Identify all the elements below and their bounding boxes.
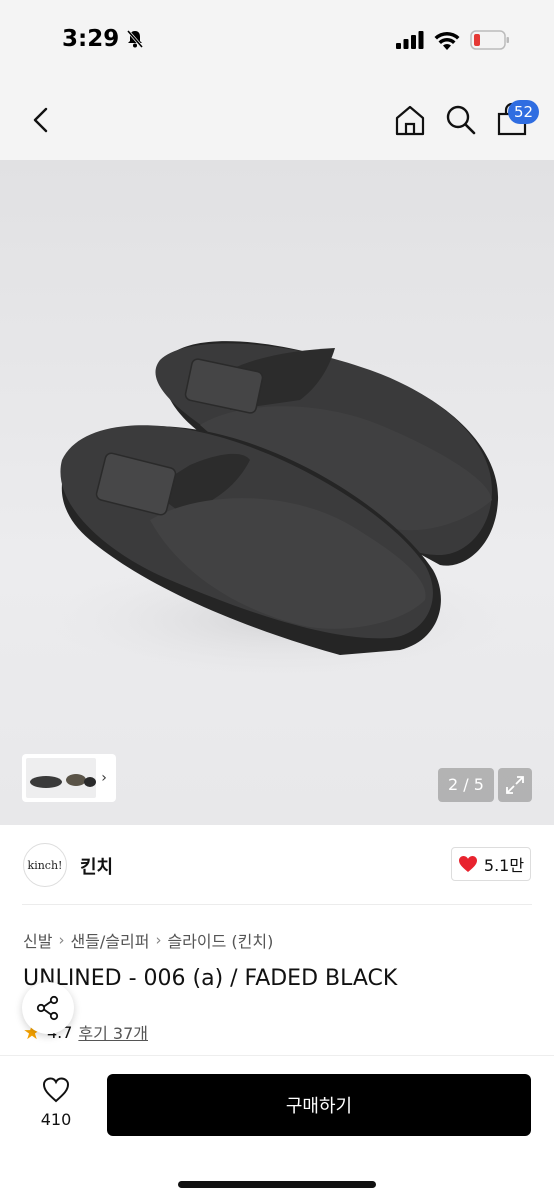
search-icon [446,105,476,135]
back-button[interactable] [24,102,58,138]
wishlist-button[interactable]: 410 [26,1076,86,1129]
wifi-icon [434,31,460,50]
brand-like-count: 5.1만 [483,856,525,875]
breadcrumb: 신발 › 샌들/슬리퍼 › 슬라이드 (킨치) [23,928,273,952]
divider [22,904,532,905]
home-indicator [178,1181,376,1188]
thumbnail-image[interactable] [26,758,96,798]
back-chevron-icon [33,107,48,133]
breadcrumb-item[interactable]: 샌들/슬리퍼 [70,928,149,952]
status-time-text: 3:29 [62,26,120,52]
bell-slash-icon [127,30,144,48]
signal-icon [396,31,424,49]
reviews-link[interactable]: 후기 37개 [78,1020,148,1044]
share-icon [36,995,59,1021]
thumbnail-slippers-icon [30,774,96,788]
cart-count-badge: 52 [508,100,540,124]
status-indicators [396,30,510,50]
home-button[interactable] [392,102,428,138]
expand-icon [506,776,524,794]
battery-icon [470,30,509,50]
brand-name[interactable]: 킨치 [80,853,113,879]
brand-row[interactable]: kinch! 킨치 5.1만 [0,825,554,905]
breadcrumb-item[interactable]: 신발 [23,928,52,952]
bottom-action-bar: 410 구매하기 [0,1055,554,1200]
breadcrumb-separator-icon: › [58,931,65,949]
heart-outline-icon [42,1077,70,1103]
brand-logo[interactable]: kinch! [23,843,67,887]
buy-button[interactable]: 구매하기 [107,1074,531,1136]
product-title: UNLINED - 006 (a) / FADED BLACK [23,966,398,991]
product-image [50,341,510,680]
gallery-pager: 2 / 5 [438,768,494,802]
share-button[interactable] [22,982,74,1034]
top-nav-bar [0,80,554,160]
breadcrumb-separator-icon: › [155,931,162,949]
heart-icon [458,856,477,872]
search-button[interactable] [443,102,479,138]
breadcrumb-item[interactable]: 슬라이드 (킨치) [167,928,273,952]
expand-image-button[interactable] [498,768,532,802]
status-time: 3:29 [62,26,145,52]
wishlist-count: 410 [40,1110,72,1129]
product-image-gallery[interactable]: 2 / 5 › [0,160,554,825]
image-thumbnail-strip[interactable]: › [22,754,116,802]
brand-like-button[interactable]: 5.1만 [451,847,531,881]
status-bar: 3:29 [0,0,554,80]
thumbnail-next-icon[interactable]: › [96,770,112,786]
home-icon [395,105,425,136]
